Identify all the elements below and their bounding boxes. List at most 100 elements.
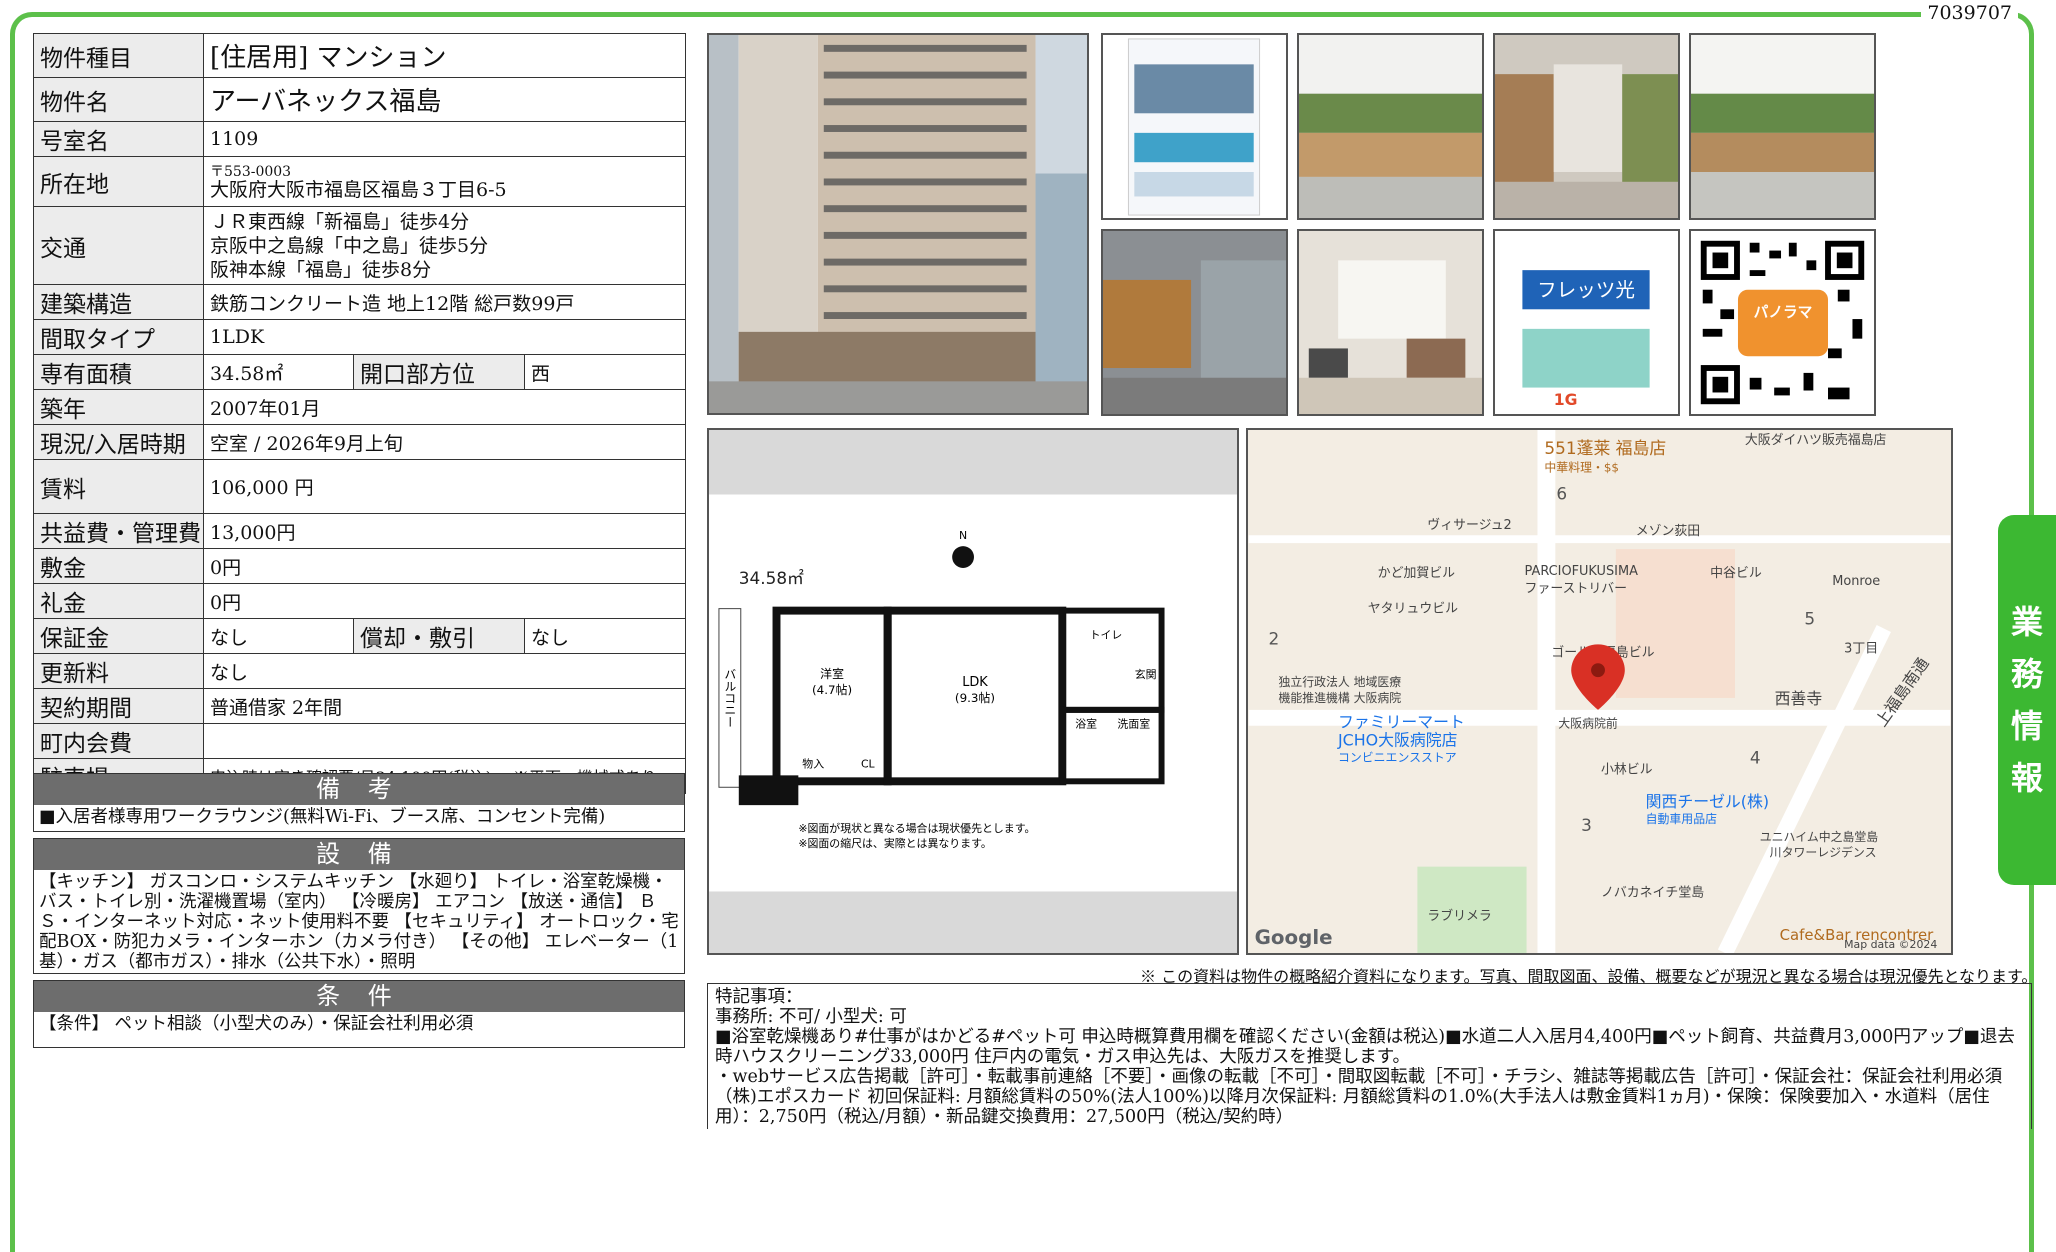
map-label: ファミリーマート — [1338, 713, 1465, 732]
map-label: ファーストリバー — [1525, 582, 1627, 597]
key-money-value: 0円 — [203, 583, 686, 619]
structure-value: 鉄筋コンクリート造 地上12階 総戸数99戸 — [203, 284, 686, 320]
western-room-size: (4.7帖) — [812, 683, 852, 697]
conditions-text: 【条件】 ペット相談（小型犬のみ）・保証会社利用必須 — [39, 1014, 474, 1034]
name-value: アーバネックス福島 — [203, 77, 686, 122]
block-number: 2 — [1269, 628, 1280, 648]
room-label: 号室名 — [33, 121, 204, 157]
equipment-header: 設 備 — [34, 839, 684, 870]
access-label: 交通 — [33, 206, 204, 285]
document-id: 7039707 — [1921, 2, 2018, 24]
internet-flyer-photo[interactable]: フレッツ光 1G — [1493, 229, 1680, 416]
closet-label: CL — [861, 757, 876, 770]
special-notes-line: ・webサービス広告掲載［許可］・転載事前連絡［不要］・画像の転載［不可］・間取… — [715, 1067, 2003, 1127]
google-logo: Google — [1255, 926, 1333, 949]
map-label: 大阪ダイハツ販売福島店 — [1745, 432, 1887, 448]
map-label: 自動車用品店 — [1646, 812, 1717, 826]
association-fee-value — [203, 723, 686, 759]
guarantee-label: 保証金 — [33, 618, 204, 654]
built-label: 築年 — [33, 389, 204, 425]
block-number: 6 — [1556, 483, 1567, 503]
block-number: 5 — [1804, 609, 1815, 629]
business-info-tab[interactable]: 業 務 情 報 — [1998, 515, 2056, 885]
equipment-text: 【キッチン】 ガスコンロ・システムキッチン 【水廻り】 トイレ・浴室乾燥機・バス… — [39, 872, 679, 972]
location-map[interactable]: 551蓬莱 福島店 中華料理・$$ 大阪ダイハツ販売福島店 ヴィサージュ2 メゾ… — [1246, 428, 1953, 955]
workspace-flyer-photo[interactable] — [1101, 33, 1288, 220]
map-label: 中華料理・$$ — [1544, 461, 1619, 475]
direction-value: 西 — [524, 354, 686, 390]
western-room-label: 洋室 — [820, 667, 844, 681]
built-value: 2007年01月 — [203, 389, 686, 425]
map-label: 大阪病院前 — [1558, 717, 1618, 731]
tab-char: 報 — [2010, 759, 2043, 797]
balcony-label: バルコニー — [723, 668, 737, 728]
conditions-header: 条 件 — [34, 981, 684, 1012]
lounge-photo-1[interactable] — [1297, 33, 1484, 220]
remarks-text: ■入居者様専用ワークラウンジ(無料Wi-Fi、ブース席、コンセント完備) — [39, 807, 606, 827]
ldk-label: LDK — [962, 675, 988, 690]
booth-photo[interactable] — [1101, 229, 1288, 416]
address-label: 所在地 — [33, 156, 204, 207]
conditions-section: 条 件 【条件】 ペット相談（小型犬のみ）・保証会社利用必須 — [33, 980, 685, 1048]
access-line: 京阪中之島線「中之島」徒歩5分 — [210, 234, 489, 257]
lounge-photo-2[interactable] — [1493, 33, 1680, 220]
map-label: Monroe — [1832, 574, 1880, 589]
block-number: 4 — [1750, 747, 1761, 767]
block-number: 3 — [1581, 815, 1592, 835]
map-label: ヤタリュウビル — [1368, 602, 1458, 617]
map-attribution: Map data ©2024 — [1844, 938, 1937, 951]
layout-value: 1LDK — [203, 319, 686, 355]
lounge-photo-3[interactable] — [1689, 33, 1876, 220]
map-label: 機能推進機構 大阪病院 — [1278, 691, 1401, 705]
map-label: 独立行政法人 地域医療 — [1278, 675, 1401, 689]
compass-icon — [952, 546, 974, 568]
map-label: 551蓬莱 福島店 — [1544, 438, 1666, 458]
entrance-label: 玄関 — [1135, 667, 1157, 681]
access-line: ＪＲ東西線「新福島」徒歩4分 — [210, 210, 470, 233]
north-label: N — [959, 529, 967, 542]
room-value: 1109 — [203, 121, 686, 157]
living-room-photo[interactable] — [1297, 229, 1484, 416]
panorama-text: パノラマ — [1754, 304, 1813, 321]
ldk-size: (9.3帖) — [955, 691, 995, 705]
toilet-label: トイレ — [1090, 628, 1123, 641]
property-info-table: 物件種目 [住居用] マンション 物件名 アーバネックス福島 号室名 1109 所在地… — [33, 33, 686, 794]
tab-char: 情 — [2010, 707, 2043, 745]
contract-label: 契約期間 — [33, 688, 204, 724]
map-label: かど加賀ビル — [1378, 566, 1455, 581]
deposit-label: 敷金 — [33, 548, 204, 584]
type-value: [住居用] マンション — [203, 33, 686, 78]
tab-char: 業 — [2010, 603, 2043, 641]
amortization-value: なし — [524, 618, 686, 654]
rent-value: 106,000 円 — [203, 459, 686, 514]
map-label: 西善寺 — [1775, 689, 1823, 708]
map-label: 川タワーレジデンス — [1770, 846, 1877, 860]
address-value: 大阪府大阪市福島区福島３丁目6-5 — [210, 178, 507, 201]
renewal-label: 更新料 — [33, 653, 204, 689]
special-notes-line: ■浴室乾燥機あり#仕事がはかどる#ペット可 申込時概算費用欄を確認ください(金額… — [715, 1027, 2015, 1067]
special-notes-line: 事務所: 不可/ 小型犬: 可 — [715, 1007, 907, 1027]
name-label: 物件名 — [33, 77, 204, 122]
map-label: 小林ビル — [1601, 762, 1653, 777]
renewal-value: なし — [203, 653, 686, 689]
status-value: 空室 / 2026年9月上旬 — [203, 424, 686, 460]
map-label: コンビニエンスストア — [1338, 750, 1457, 764]
remarks-section: 備 考 ■入居者様専用ワークラウンジ(無料Wi-Fi、ブース席、コンセント完備) — [33, 773, 685, 832]
floorplan-note: ※図面が現状と異なる場合は現状優先とします。 — [798, 821, 1035, 835]
status-label: 現況/入居時期 — [33, 424, 204, 460]
floorplan-area: 34.58㎡ — [739, 568, 804, 588]
map-label: 中谷ビル — [1710, 566, 1762, 581]
building-exterior-photo[interactable] — [707, 33, 1089, 415]
rent-label: 賃料 — [33, 459, 204, 514]
special-notes: 特記事項： 事務所: 不可/ 小型犬: 可 ■浴室乾燥機あり#仕事がはかどる#ペ… — [707, 983, 2032, 1129]
map-label: ユニハイム中之島堂島 — [1760, 830, 1879, 844]
map-label: メゾン荻田 — [1636, 524, 1700, 539]
key-money-label: 礼金 — [33, 583, 204, 619]
map-label: ノバカネイチ堂島 — [1601, 885, 1704, 900]
special-notes-title: 特記事項： — [715, 987, 803, 1007]
fee-label: 共益費・管理費 — [33, 513, 204, 549]
area-value: 34.58㎡ — [203, 354, 354, 390]
fee-value: 13,000円 — [203, 513, 686, 549]
remarks-header: 備 考 — [34, 774, 684, 805]
panorama-qr-code[interactable]: パノラマ — [1689, 229, 1876, 416]
